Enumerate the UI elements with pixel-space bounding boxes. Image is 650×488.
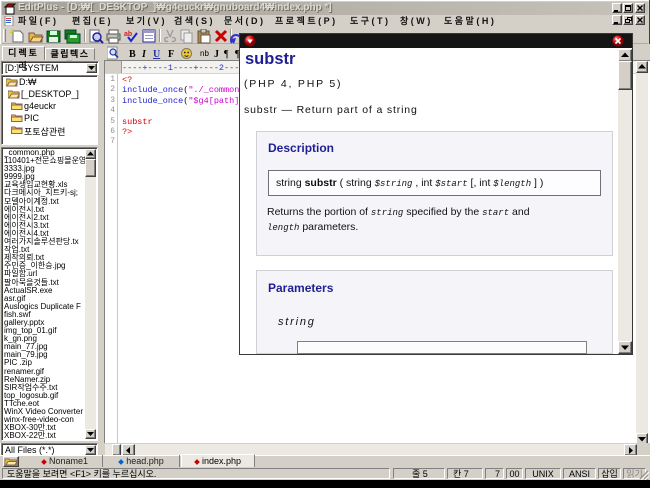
svg-text:J: J	[214, 49, 219, 60]
svg-text:nb: nb	[200, 49, 209, 58]
svg-text:B: B	[129, 49, 136, 60]
svg-text:F: F	[168, 49, 174, 60]
svg-text:¶: ¶	[224, 49, 229, 60]
svg-text:U: U	[153, 49, 160, 60]
svg-text:I: I	[141, 49, 147, 60]
